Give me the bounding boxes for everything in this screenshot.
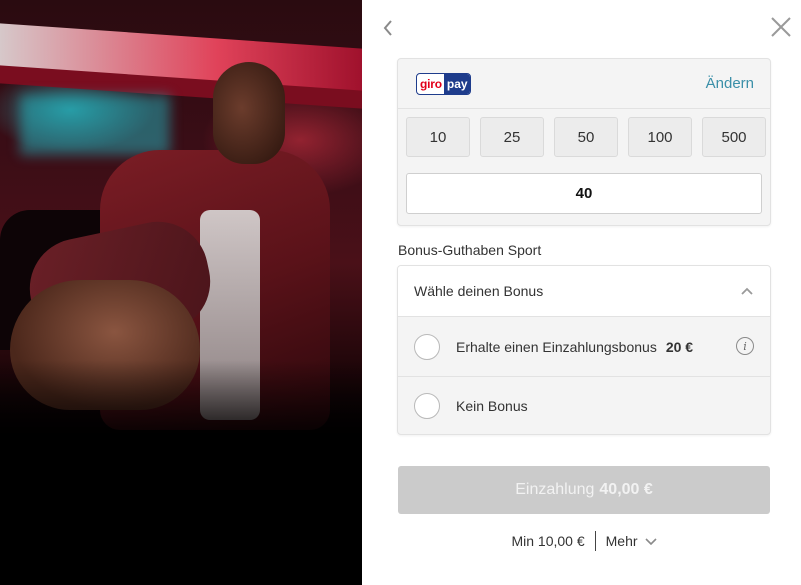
payment-method-header: giro pay Ändern <box>398 59 770 109</box>
bonus-selector: Wähle deinen Bonus Erhalte einen Einzahl… <box>397 265 771 435</box>
amount-button-50[interactable]: 50 <box>554 117 618 157</box>
deposit-footer: Min 10,00 € Mehr <box>398 530 770 552</box>
giropay-logo: giro pay <box>416 72 471 95</box>
bonus-option-label: Kein Bonus <box>456 398 528 414</box>
min-amount-text: Min 10,00 € <box>511 533 585 549</box>
bonus-radio-deposit[interactable] <box>414 333 440 360</box>
bonus-radio-none[interactable] <box>414 393 440 419</box>
info-icon[interactable]: i <box>736 337 754 355</box>
more-label: Mehr <box>605 533 638 549</box>
bonus-option-deposit[interactable]: Erhalte einen Einzahlungsbonus 20 € i <box>398 317 770 376</box>
payment-method-card: giro pay Ändern 10 25 50 100 500 <box>397 58 771 226</box>
bonus-section-title: Bonus-Guthaben Sport <box>398 242 542 258</box>
back-button[interactable] <box>378 14 398 42</box>
change-payment-link[interactable]: Ändern <box>706 75 754 92</box>
amount-button-10[interactable]: 10 <box>406 117 470 157</box>
chevron-down-icon <box>644 538 657 545</box>
bonus-option-label: Erhalte einen Einzahlungsbonus <box>456 338 657 355</box>
amount-input[interactable] <box>406 173 762 214</box>
bonus-option-amount: 20 € <box>665 338 694 355</box>
promo-image <box>0 0 362 585</box>
deposit-button-label: Einzahlung <box>515 481 595 498</box>
deposit-button-amount: 40,00 € <box>599 481 653 498</box>
close-icon <box>771 17 791 37</box>
more-toggle[interactable]: Mehr <box>606 533 657 549</box>
back-arrow-icon <box>383 20 392 36</box>
bonus-option-none[interactable]: Kein Bonus <box>398 376 770 434</box>
preset-amounts: 10 25 50 100 500 <box>406 117 766 157</box>
amount-button-500[interactable]: 500 <box>702 117 766 157</box>
amount-button-25[interactable]: 25 <box>480 117 544 157</box>
bonus-dropdown-header[interactable]: Wähle deinen Bonus <box>398 266 770 317</box>
deposit-button[interactable]: Einzahlung 40,00 € <box>398 466 770 514</box>
amount-button-100[interactable]: 100 <box>628 117 692 157</box>
close-button[interactable] <box>770 16 794 40</box>
footer-divider <box>594 531 596 551</box>
bonus-dropdown-label: Wähle deinen Bonus <box>414 283 544 299</box>
chevron-up-icon <box>741 287 753 295</box>
